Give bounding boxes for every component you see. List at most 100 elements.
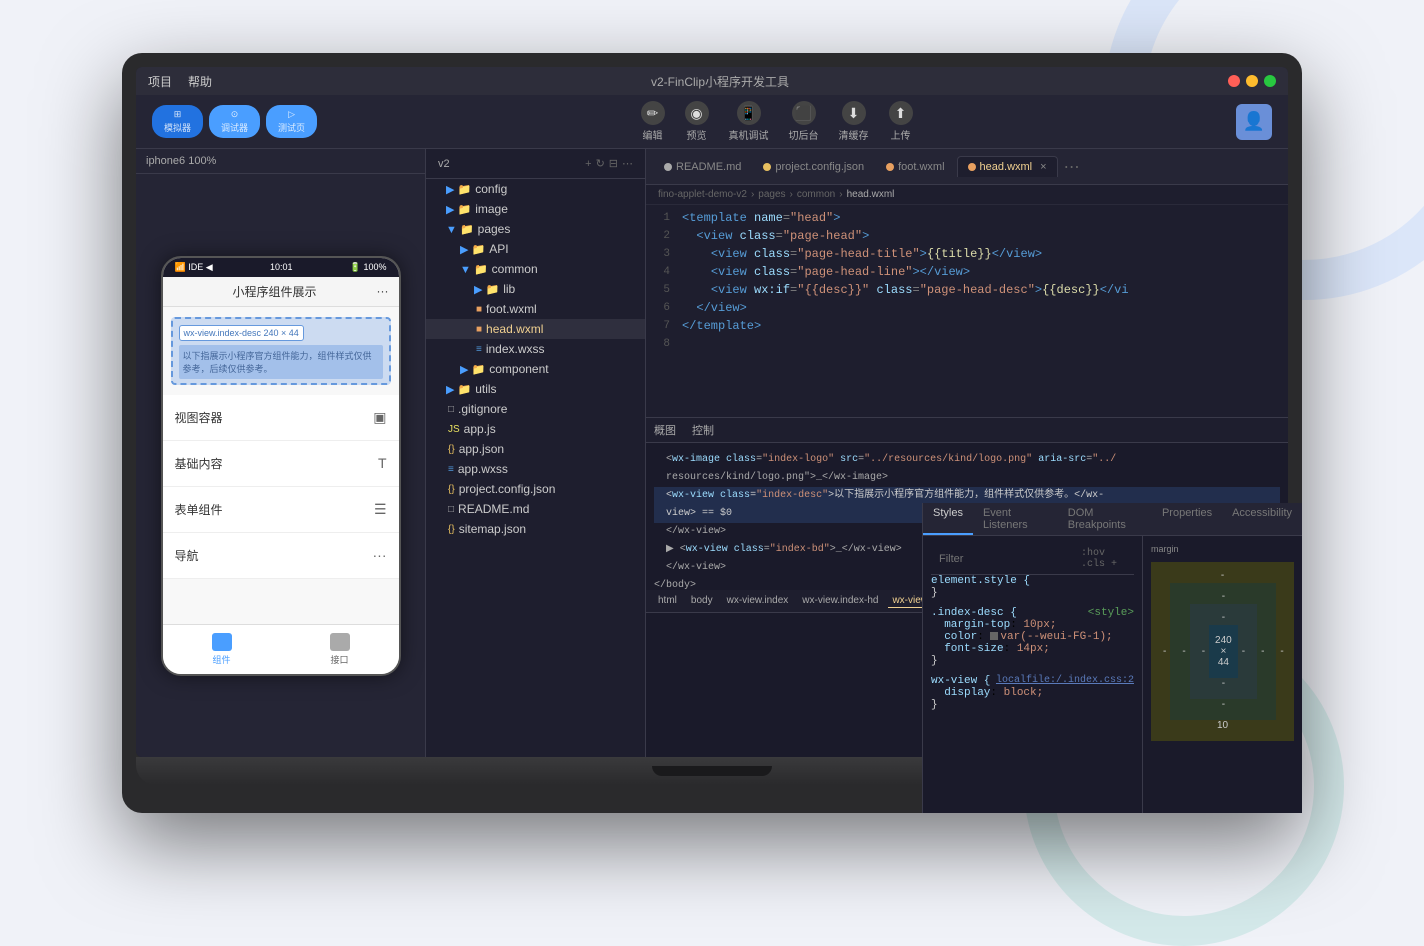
tree-file-app-js[interactable]: JS app.js bbox=[426, 419, 645, 439]
tree-file-index-wxss[interactable]: ≡ index.wxss bbox=[426, 339, 645, 359]
tree-icon-more[interactable]: ⋯ bbox=[622, 157, 633, 170]
tab-foot-wxml[interactable]: foot.wxml bbox=[876, 157, 954, 177]
phone-list-item-3[interactable]: 导航 ··· bbox=[163, 533, 399, 579]
toolbar-action-background[interactable]: ⬛ 切后台 bbox=[789, 101, 819, 142]
filter-input[interactable] bbox=[939, 553, 1081, 565]
menu-item-project[interactable]: 项目 bbox=[148, 73, 172, 90]
list-item-text-0: 视图容器 bbox=[175, 409, 223, 426]
breadcrumb: fino-applet-demo-v2 › pages › common › h… bbox=[646, 185, 1288, 205]
phone-list-item-2[interactable]: 表单组件 ☰ bbox=[163, 487, 399, 533]
tab-project-config[interactable]: project.config.json bbox=[753, 157, 874, 177]
css-selector-element-style: element.style { bbox=[931, 575, 1030, 587]
toolbar-action-device-debug[interactable]: 📱 真机调试 bbox=[729, 101, 769, 142]
window-minimize-btn[interactable] bbox=[1246, 75, 1258, 87]
bm-margin: - - - - bbox=[1151, 562, 1288, 741]
folder-icon-utils: ▶ 📁 bbox=[446, 383, 471, 396]
toolbar-action-upload[interactable]: ⬆ 上传 bbox=[889, 101, 913, 142]
tree-file-sitemap[interactable]: {} sitemap.json bbox=[426, 519, 645, 539]
folder-icon-common: ▼ 📁 bbox=[460, 263, 488, 276]
folder-icon-config: ▶ 📁 bbox=[446, 183, 471, 196]
tree-file-gitignore[interactable]: □ .gitignore bbox=[426, 399, 645, 419]
bm-margin-left: - bbox=[1159, 646, 1170, 657]
tree-icon-refresh[interactable]: ↻ bbox=[596, 157, 605, 170]
window-controls bbox=[1228, 75, 1276, 87]
tab-more-btn[interactable]: ⋯ bbox=[1064, 157, 1080, 177]
toolbar-action-edit[interactable]: ✏ 编辑 bbox=[641, 101, 665, 142]
upper-tab-overview[interactable]: 概图 bbox=[654, 422, 676, 438]
tab-readme[interactable]: README.md bbox=[654, 157, 751, 177]
tree-folder-pages[interactable]: ▼ 📁 pages bbox=[426, 219, 645, 239]
selector-html[interactable]: html bbox=[654, 594, 681, 608]
tree-folder-config[interactable]: ▶ 📁 config bbox=[426, 179, 645, 199]
breadcrumb-root: fino-applet-demo-v2 bbox=[658, 189, 747, 200]
tree-folder-component[interactable]: ▶ 📁 component bbox=[426, 359, 645, 379]
selector-body[interactable]: body bbox=[687, 594, 717, 608]
tree-folder-utils[interactable]: ▶ 📁 utils bbox=[426, 379, 645, 399]
styles-tab-dom-bp[interactable]: DOM Breakpoints bbox=[1058, 503, 1152, 535]
css-rule-index-desc: .index-desc { <style> margin-top: 10px; … bbox=[931, 607, 1134, 667]
upper-tab-control[interactable]: 控制 bbox=[692, 422, 714, 438]
tree-folder-lib[interactable]: ▶ 📁 lib bbox=[426, 279, 645, 299]
panel-header-text: iphone6 100% bbox=[146, 155, 216, 167]
test-btn[interactable]: ▷ 测试页 bbox=[266, 105, 317, 138]
tree-file-app-wxss[interactable]: ≡ app.wxss bbox=[426, 459, 645, 479]
debugger-btn[interactable]: ⊙ 调试器 bbox=[209, 105, 260, 138]
file-icon-app-json: {} bbox=[448, 444, 455, 455]
window-maximize-btn[interactable] bbox=[1264, 75, 1276, 87]
styles-tab-access[interactable]: Accessibility bbox=[1222, 503, 1288, 535]
window-close-btn[interactable] bbox=[1228, 75, 1240, 87]
phone-title-more[interactable]: ··· bbox=[376, 284, 388, 298]
filter-pseudo: :hov .cls + bbox=[1081, 548, 1126, 570]
tree-icon-new-file[interactable]: + bbox=[585, 158, 591, 170]
file-icon-gitignore: □ bbox=[448, 404, 454, 415]
laptop-screen: 项目 帮助 v2-FinClip小程序开发工具 ⊞ 模拟器 ⊙ 调试器 bbox=[136, 67, 1288, 757]
tab-close-head-wxml[interactable]: × bbox=[1040, 161, 1046, 173]
user-avatar[interactable]: 👤 bbox=[1236, 104, 1272, 140]
menu-item-help[interactable]: 帮助 bbox=[188, 73, 212, 90]
tab-head-wxml[interactable]: head.wxml × bbox=[957, 156, 1058, 177]
status-left: 📶 IDE ◀ bbox=[175, 262, 213, 273]
styles-tab-event[interactable]: Event Listeners bbox=[973, 503, 1058, 535]
tree-file-project-config[interactable]: {} project.config.json bbox=[426, 479, 645, 499]
phone-tab-interface[interactable]: 接口 bbox=[281, 633, 399, 666]
css-source-wx-view[interactable]: localfile:/.index.css:2 bbox=[996, 675, 1134, 687]
bm-margin-right: - bbox=[1276, 646, 1287, 657]
element-label: wx-view.index-desc 240 × 44 bbox=[179, 325, 304, 341]
tree-file-head-wxml[interactable]: ■ head.wxml bbox=[426, 319, 645, 339]
list-item-icon-2: ☰ bbox=[374, 501, 387, 518]
selector-wx-view-hd[interactable]: wx-view.index-hd bbox=[798, 594, 882, 608]
folder-icon-component: ▶ 📁 bbox=[460, 363, 485, 376]
tree-file-foot-wxml[interactable]: ■ foot.wxml bbox=[426, 299, 645, 319]
bm-border: - - - - bbox=[1170, 583, 1276, 720]
phone-list-item-1[interactable]: 基础内容 T bbox=[163, 441, 399, 487]
list-item-icon-3: ··· bbox=[373, 547, 387, 563]
tree-folder-common[interactable]: ▼ 📁 common bbox=[426, 259, 645, 279]
breadcrumb-pages: pages bbox=[758, 189, 785, 200]
devtools-panel: 概图 控制 <wx-image class="index-logo" src="… bbox=[646, 417, 1288, 757]
tree-folder-api[interactable]: ▶ 📁 API bbox=[426, 239, 645, 259]
phone-list-item-0[interactable]: 视图容器 ▣ bbox=[163, 395, 399, 441]
code-area: 1 <template name="head"> 2 <view class="… bbox=[646, 205, 1288, 417]
toolbar-left: ⊞ 模拟器 ⊙ 调试器 ▷ 测试页 bbox=[152, 105, 317, 138]
toolbar-action-clear-cache[interactable]: ⬇ 清缓存 bbox=[839, 101, 869, 142]
tree-folder-image[interactable]: ▶ 📁 image bbox=[426, 199, 645, 219]
tree-file-readme[interactable]: □ README.md bbox=[426, 499, 645, 519]
styles-panel: Styles Event Listeners DOM Breakpoints P… bbox=[922, 503, 1288, 757]
styles-tab-styles[interactable]: Styles bbox=[923, 503, 973, 535]
tree-file-app-json[interactable]: {} app.json bbox=[426, 439, 645, 459]
bm-border-bottom-val: - bbox=[1178, 699, 1268, 710]
selector-wx-view-index[interactable]: wx-view.index bbox=[723, 594, 793, 608]
phone-tab-components[interactable]: 组件 bbox=[163, 633, 281, 666]
bm-border-top-val: - bbox=[1178, 591, 1268, 602]
app-title: v2-FinClip小程序开发工具 bbox=[228, 73, 1212, 90]
css-rule-wx-view: wx-view { localfile:/.index.css:2 displa… bbox=[931, 675, 1134, 711]
toolbar-action-preview[interactable]: ◉ 预览 bbox=[685, 101, 709, 142]
bm-border-right: - bbox=[1257, 646, 1268, 657]
simulator-btn[interactable]: ⊞ 模拟器 bbox=[152, 105, 203, 138]
styles-tab-props[interactable]: Properties bbox=[1152, 503, 1222, 535]
tab-dot-readme bbox=[664, 163, 672, 171]
tree-icon-collapse[interactable]: ⊟ bbox=[609, 157, 618, 170]
phone-preview: 📶 IDE ◀ 10:01 🔋 100% 小程序组件展示 ··· bbox=[136, 174, 425, 757]
styles-sub-tabs: Styles Event Listeners DOM Breakpoints P… bbox=[923, 503, 1288, 536]
element-text: 以下指展示小程序官方组件能力，组件样式仅供参考，后续仅供参考。 bbox=[179, 345, 383, 379]
